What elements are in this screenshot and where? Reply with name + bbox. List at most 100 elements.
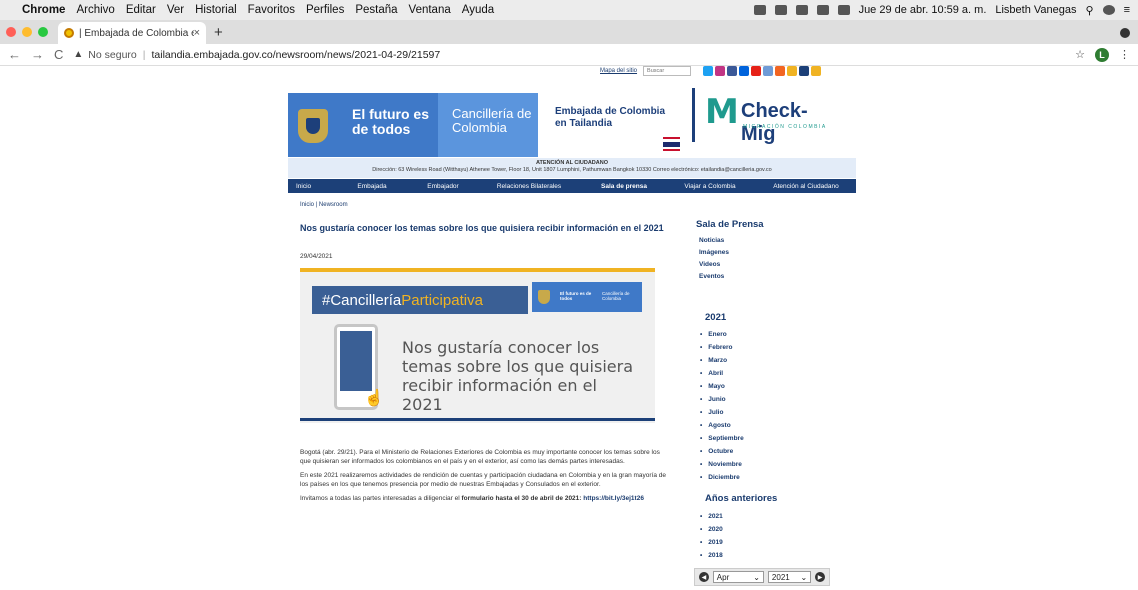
nav-inicio[interactable]: Inicio (288, 183, 332, 190)
citizen-service-address: Dirección: 63 Wireless Road (Witthayu) A… (372, 167, 772, 173)
control-center-icon[interactable]: ≡ (1124, 4, 1130, 16)
cloud-icon[interactable] (753, 5, 766, 15)
nav-embajador[interactable]: Embajador (412, 183, 474, 190)
chrome-menu-icon[interactable]: ⋮ (1119, 48, 1130, 61)
close-window-button[interactable] (6, 27, 16, 37)
menu-favoritos[interactable]: Favoritos (248, 4, 295, 16)
sitemap-icon[interactable] (799, 66, 810, 76)
menu-historial[interactable]: Historial (195, 4, 237, 16)
cancilleria-banner[interactable]: Cancillería de Colombia (438, 93, 538, 157)
clock[interactable]: Jue 29 de abr. 10:59 a. m. (859, 4, 987, 16)
browser-tab[interactable]: | Embajada de Colombia en Ta × (58, 22, 206, 44)
bluetooth-icon[interactable] (795, 5, 808, 15)
month-item[interactable]: Enero (700, 331, 744, 344)
menu-ayuda[interactable]: Ayuda (462, 4, 494, 16)
form-link[interactable]: https://bit.ly/3ej1t26 (583, 495, 644, 502)
menu-ver[interactable]: Ver (167, 4, 184, 16)
menu-app-chrome[interactable]: Chrome (22, 4, 65, 16)
tab-search-icon[interactable] (1120, 28, 1130, 38)
instagram-icon[interactable] (715, 66, 726, 76)
site-search-input[interactable] (643, 66, 692, 76)
month-item[interactable]: Diciembre (700, 474, 744, 487)
nav-relaciones-bilaterales[interactable]: Relaciones Bilaterales (474, 183, 584, 190)
year-item[interactable]: 2021 (700, 513, 722, 526)
menu-pestana[interactable]: Pestaña (355, 4, 397, 16)
menu-perfiles[interactable]: Perfiles (306, 4, 344, 16)
close-tab-icon[interactable]: × (194, 27, 200, 39)
nav-atencion-ciudadano[interactable]: Atención al Ciudadano (756, 183, 856, 190)
volume-icon[interactable] (837, 5, 850, 15)
year-item[interactable]: 2018 (700, 552, 722, 565)
mac-menu-bar: Chrome Archivo Editar Ver Historial Favo… (0, 0, 1138, 20)
reload-button[interactable]: C (54, 47, 63, 62)
facebook-icon[interactable] (727, 66, 738, 76)
month-item[interactable]: Febrero (700, 344, 744, 357)
month-item[interactable]: Julio (700, 409, 744, 422)
social-icons (703, 66, 822, 76)
new-tab-button[interactable]: + (214, 24, 223, 41)
year-select[interactable]: 2021 ⌄ (767, 571, 812, 583)
address-bar[interactable]: ▲ No seguro | tailandia.embajada.gov.co/… (73, 49, 1075, 61)
accessibility-icon[interactable] (811, 66, 822, 76)
month-item[interactable]: Agosto (700, 422, 744, 435)
sync-icon[interactable] (774, 5, 787, 15)
not-secure-label[interactable]: No seguro (88, 49, 136, 61)
chat-icon[interactable] (787, 66, 798, 76)
paragraph-3: Invitamos a todas las partes interesadas… (300, 495, 670, 504)
breadcrumb[interactable]: Inicio | Newsroom (300, 202, 348, 208)
month-item[interactable]: Marzo (700, 357, 744, 370)
address-separator: | (142, 48, 146, 61)
wifi-icon[interactable] (816, 5, 829, 15)
url-text[interactable]: tailandia.embajada.gov.co/newsroom/news/… (151, 49, 440, 61)
sidebar-link-noticias[interactable]: Noticias (699, 237, 856, 244)
pointer-hand-icon: ☝ (364, 390, 384, 407)
cancilleria-label: Cancillería de Colombia (452, 106, 532, 135)
menu-editar[interactable]: Editar (126, 4, 156, 16)
minimize-window-button[interactable] (22, 27, 32, 37)
government-banner[interactable]: El futuro es de todos (288, 93, 438, 157)
tab-title: | Embajada de Colombia en Ta (79, 27, 194, 39)
year-item[interactable]: 2019 (700, 539, 722, 552)
zoom-window-button[interactable] (38, 27, 48, 37)
previous-month-button[interactable]: ◀ (699, 572, 709, 582)
article-hero-image: #CancilleríaParticipativa El futuro es d… (300, 272, 655, 423)
rss-icon[interactable] (775, 66, 786, 76)
back-button[interactable]: ← (8, 47, 21, 62)
sidebar-link-eventos[interactable]: Eventos (699, 273, 856, 280)
month-item[interactable]: Abril (700, 370, 744, 383)
nav-viajar-a-colombia[interactable]: Viajar a Colombia (664, 183, 756, 190)
sidebar-link-videos[interactable]: Videos (699, 261, 856, 268)
menu-ventana[interactable]: Ventana (409, 4, 451, 16)
browser-toolbar: ← → C ▲ No seguro | tailandia.embajada.g… (0, 44, 1138, 66)
profile-avatar[interactable]: L (1095, 47, 1109, 62)
month-item[interactable]: Mayo (700, 383, 744, 396)
month-select[interactable]: Apr ⌄ (712, 571, 764, 583)
nav-embajada[interactable]: Embajada (332, 183, 412, 190)
year-item[interactable]: 2020 (700, 526, 722, 539)
nav-sala-de-prensa[interactable]: Sala de prensa (584, 183, 664, 190)
forward-button[interactable]: → (31, 47, 44, 62)
check-mig-logo[interactable]: M Check-Mig MIGRACIÓN COLOMBIA (692, 88, 842, 145)
twitter-icon[interactable] (703, 66, 714, 76)
month-item[interactable]: Noviembre (700, 461, 744, 474)
month-item[interactable]: Junio (700, 396, 744, 409)
banner-slogan: El futuro es de todos (352, 106, 430, 137)
warning-icon[interactable]: ▲ (73, 49, 83, 60)
mail-icon[interactable] (763, 66, 774, 76)
spotlight-icon[interactable]: ⚲ (1086, 4, 1094, 17)
user-name[interactable]: Lisbeth Vanegas (995, 4, 1076, 16)
menu-archivo[interactable]: Archivo (76, 4, 114, 16)
youtube-icon[interactable] (751, 66, 762, 76)
coat-of-arms-icon (298, 109, 328, 143)
flickr-icon[interactable] (739, 66, 750, 76)
hero-mini-slogan: El futuro es de todos (560, 291, 592, 301)
sitemap-link[interactable]: Mapa del sitio (600, 68, 637, 74)
next-month-button[interactable]: ▶ (815, 572, 825, 582)
hashtag-part-b: Participativa (401, 292, 483, 309)
hero-message: Nos gustaría conocer los temas sobre los… (402, 338, 633, 414)
month-item[interactable]: Septiembre (700, 435, 743, 448)
month-item[interactable]: Octubre (700, 448, 744, 461)
sidebar-link-imagenes[interactable]: Imágenes (699, 249, 856, 256)
siri-icon[interactable] (1102, 5, 1115, 15)
bookmark-star-icon[interactable]: ☆ (1075, 48, 1085, 61)
